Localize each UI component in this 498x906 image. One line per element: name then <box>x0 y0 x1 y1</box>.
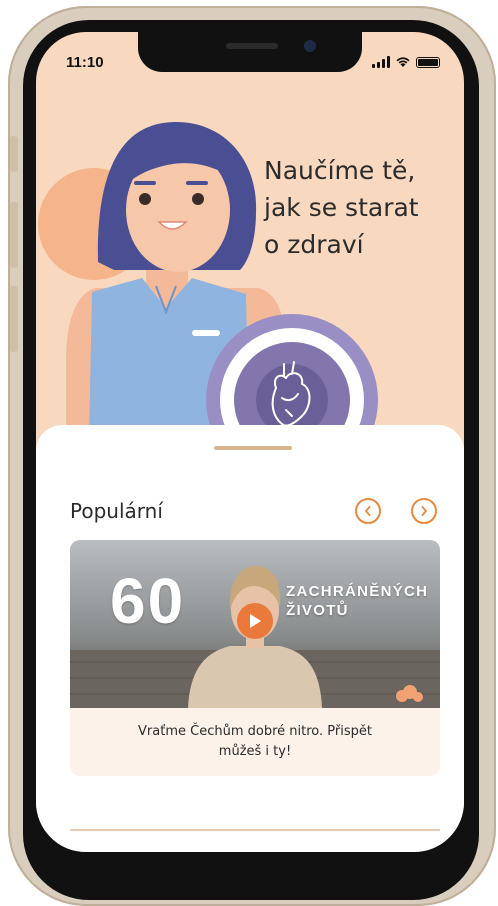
illustration-eye-right <box>192 193 204 205</box>
video-overlay-line: ZACHRÁNĚNÝCH <box>286 583 429 600</box>
mute-switch <box>10 136 18 172</box>
hero-title-line: Naučíme tě, <box>264 156 416 185</box>
volume-up-button <box>10 202 18 268</box>
notch <box>138 32 362 72</box>
video-overlay-text: ZACHRÁNĚNÝCH ŽIVOTŮ <box>286 582 428 620</box>
chevron-right-icon <box>421 506 427 516</box>
hero-title-line: jak se starat <box>264 193 419 222</box>
volume-down-button <box>10 286 18 352</box>
illustration-brow-right <box>186 181 208 185</box>
bottom-sheet: Populární 60 ZACHRÁNĚNÝCH ŽIVOTŮ Vraťme … <box>36 425 464 852</box>
section-divider <box>70 829 440 831</box>
sheet-drag-handle[interactable] <box>214 446 292 450</box>
card-caption-line: můžeš i ty! <box>218 744 292 759</box>
front-camera <box>304 40 316 52</box>
wifi-icon <box>396 57 410 67</box>
carousel-next-button[interactable] <box>411 498 437 524</box>
carousel-prev-button[interactable] <box>355 498 381 524</box>
video-big-number: 60 <box>110 565 186 637</box>
chevron-left-icon <box>365 506 371 516</box>
video-overlay-line: ŽIVOTŮ <box>286 602 349 619</box>
section-title-popular: Populární <box>70 499 163 523</box>
illustration-eye-left <box>139 193 151 205</box>
illustration-pocket <box>192 330 220 336</box>
play-button[interactable] <box>237 603 273 639</box>
card-caption: Vraťme Čechům dobré nitro. Přispět můžeš… <box>70 722 440 762</box>
app-screen: Naučíme tě, jak se starat o zdraví 11:10… <box>36 32 464 852</box>
illustration-brow-left <box>134 181 156 185</box>
status-time: 11:10 <box>66 54 104 71</box>
battery-icon <box>416 57 440 68</box>
signal-icon <box>372 56 390 68</box>
hero-title: Naučíme tě, jak se starat o zdraví <box>264 152 464 263</box>
status-icons <box>372 56 440 68</box>
card-caption-line: Vraťme Čechům dobré nitro. Přispět <box>138 724 372 739</box>
hero-title-line: o zdraví <box>264 230 364 259</box>
popular-card[interactable]: 60 ZACHRÁNĚNÝCH ŽIVOTŮ Vraťme Čechům dob… <box>70 540 440 776</box>
play-icon <box>250 614 261 628</box>
speaker-grille <box>226 43 278 49</box>
